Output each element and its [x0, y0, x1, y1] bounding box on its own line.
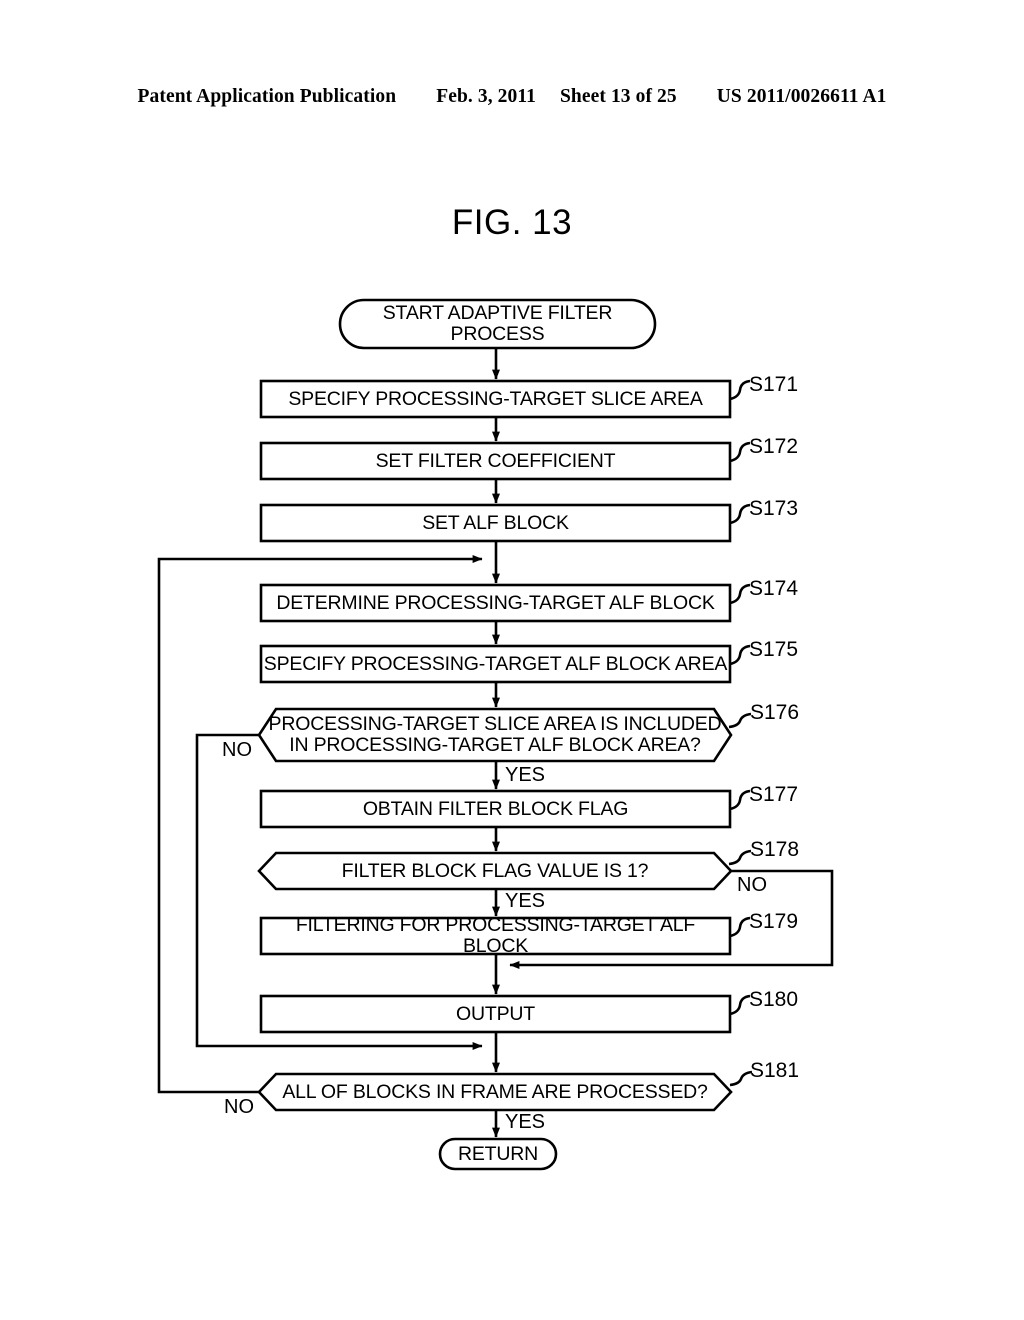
- step-label-s174: S174: [749, 577, 799, 600]
- node-s177-shape: [259, 789, 732, 829]
- leader-s181: [729, 1070, 753, 1087]
- leader-s172: [729, 441, 751, 463]
- leader-s175: [729, 644, 751, 666]
- leader-s179: [729, 916, 751, 938]
- edge-label-s178-yes: YES: [505, 890, 546, 912]
- step-label-s172: S172: [749, 435, 799, 458]
- step-label-s176: S176: [750, 701, 800, 724]
- leader-s178: [728, 849, 752, 866]
- leader-s171: [729, 379, 751, 401]
- node-s179-shape: [259, 916, 732, 956]
- connector-s176-no-loop: [195, 733, 483, 1050]
- node-s176-shape: [257, 707, 733, 763]
- node-s174-shape: [259, 583, 732, 623]
- step-label-s178: S178: [750, 838, 800, 861]
- node-s178-shape: [257, 851, 733, 891]
- step-label-s177: S177: [749, 783, 799, 806]
- step-label-s181: S181: [750, 1059, 800, 1082]
- edge-label-s181-yes: YES: [505, 1111, 546, 1133]
- connector-s181-no-loop: [157, 555, 483, 1094]
- leader-s173: [729, 503, 751, 525]
- node-s171-shape: [259, 379, 732, 419]
- node-s175-shape: [259, 644, 732, 684]
- edge-label-s178-no: NO: [737, 874, 767, 896]
- leader-s176: [728, 712, 752, 729]
- step-label-s175: S175: [749, 638, 799, 661]
- edge-label-s176-yes: YES: [505, 764, 546, 786]
- node-s181-shape: [257, 1072, 733, 1112]
- node-s180-shape: [259, 994, 732, 1034]
- leader-s174: [729, 583, 751, 605]
- step-label-s179: S179: [749, 910, 799, 933]
- edge-label-s176-no: NO: [222, 739, 252, 761]
- leader-s180: [729, 994, 751, 1016]
- step-label-s171: S171: [749, 373, 799, 396]
- step-label-s180: S180: [749, 988, 799, 1011]
- step-label-s173: S173: [749, 497, 799, 520]
- node-s172-shape: [259, 441, 732, 481]
- node-return-shape: [438, 1137, 558, 1171]
- leader-s177: [729, 789, 751, 811]
- edge-label-s181-no: NO: [224, 1096, 254, 1118]
- node-start-shape: [338, 298, 657, 350]
- node-s173-shape: [259, 503, 732, 543]
